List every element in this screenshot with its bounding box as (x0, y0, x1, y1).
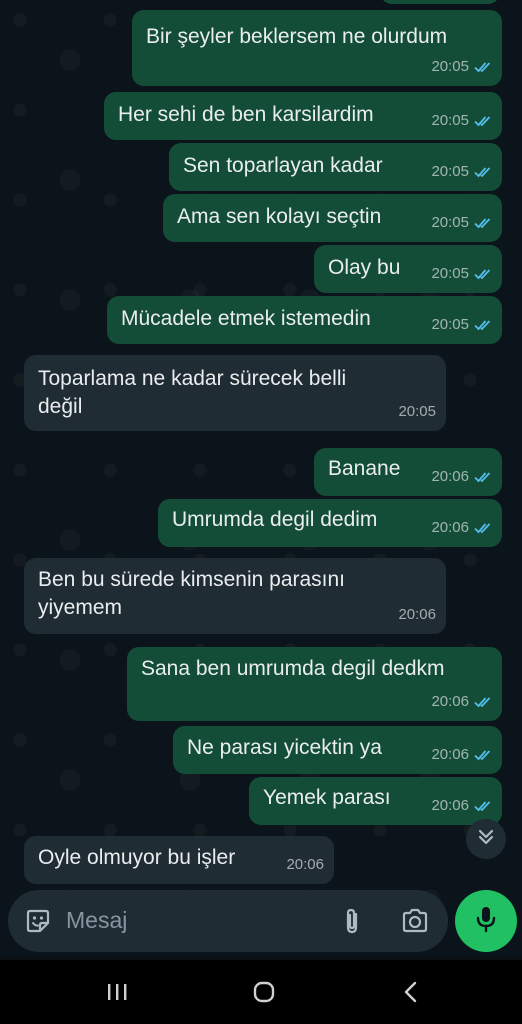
message-text: Mücadele etmek istemedin (121, 307, 371, 330)
double-check-icon (474, 166, 492, 178)
double-chevron-down-icon (476, 827, 496, 852)
double-check-icon (474, 471, 492, 483)
message-time: 20:06 (286, 856, 324, 873)
message-text: Sen toparlayan kadar (183, 154, 383, 177)
message-bubble-outgoing[interactable]: Bir şeyler beklersem ne olurdum 20:05 (132, 10, 502, 86)
message-bubble-incoming[interactable]: Toparlama ne kadar sürecek belli değil 2… (24, 355, 446, 431)
message-text: Ama sen kolayı seçtin (177, 205, 382, 228)
message-time: 20:06 (431, 468, 469, 485)
message-text: Her sehi de ben karsilardim (118, 103, 374, 126)
double-check-icon (474, 115, 492, 127)
microphone-icon (474, 904, 498, 939)
recent-apps-icon[interactable] (105, 981, 129, 1008)
message-time: 20:05 (431, 112, 469, 129)
double-check-icon (474, 749, 492, 761)
message-text: Olay bu (328, 256, 401, 279)
message-text-line-1: Toparlama ne kadar sürecek belli (38, 367, 347, 390)
message-bubble-outgoing[interactable]: Umrumda degil dedim 20:06 (158, 499, 502, 547)
microphone-button[interactable] (455, 890, 517, 952)
message-bubble-outgoing[interactable]: Banane 20:06 (314, 448, 502, 496)
double-check-icon (474, 800, 492, 812)
message-text-line-2: yiyemem (38, 596, 123, 619)
message-text: Umrumda degil dedim (172, 508, 378, 531)
message-bubble-outgoing[interactable]: Mücadele etmek istemedin 20:05 (107, 296, 502, 344)
message-text: Sana ben umrumda degil dedkm (141, 657, 445, 680)
message-time: 20:05 (431, 265, 469, 282)
message-bubble-outgoing[interactable]: Ama sen kolayı seçtin 20:05 (163, 194, 502, 242)
message-bubble-outgoing[interactable]: Olay bu 20:05 (314, 245, 502, 293)
message-bubble-incoming[interactable]: Ben bu sürede kimsenin parasını yiyemem … (24, 558, 446, 634)
message-text: Bir şeyler beklersem ne olurdum (146, 25, 448, 48)
message-text: Yemek parası (263, 786, 391, 809)
message-time: 20:06 (431, 797, 469, 814)
message-bubble-outgoing[interactable]: Sen toparlayan kadar 20:05 (169, 143, 502, 191)
message-time: 20:06 (431, 746, 469, 763)
message-bubble-outgoing[interactable]: Her sehi de ben karsilardim 20:05 (104, 92, 502, 140)
double-check-icon (474, 696, 492, 708)
message-text-line-1: Ben bu sürede kimsenin parasını (38, 568, 346, 591)
home-icon[interactable] (252, 980, 276, 1009)
message-time: 20:05 (398, 403, 436, 420)
message-time: 20:05 (431, 316, 469, 333)
message-time: 20:05 (431, 214, 469, 231)
message-input-placeholder[interactable]: Mesaj (66, 907, 127, 934)
message-bubble-incoming[interactable]: Oyle olmuyor bu işler 20:06 (24, 836, 334, 884)
message-time: 20:05 (431, 163, 469, 180)
message-time: 20:06 (431, 693, 469, 710)
double-check-icon (474, 217, 492, 229)
chat-area[interactable]: Bir şeyler beklersem ne olurdum 20:05 He… (0, 0, 522, 955)
double-check-icon (474, 61, 492, 73)
message-composer[interactable]: Mesaj (8, 890, 448, 952)
system-navigation-bar (0, 960, 522, 1024)
message-bubble-outgoing[interactable]: Ne parası yicektin ya 20:06 (173, 726, 502, 774)
message-text: Banane (328, 457, 401, 480)
message-time: 20:06 (431, 519, 469, 536)
double-check-icon (474, 319, 492, 331)
message-bubble-outgoing[interactable]: Sana ben umrumda degil dedkm 20:06 (127, 647, 502, 721)
double-check-icon (474, 268, 492, 280)
message-time: 20:06 (398, 606, 436, 623)
scroll-to-bottom-button[interactable] (466, 819, 506, 859)
message-text: Ne parası yicektin ya (187, 736, 382, 759)
double-check-icon (474, 522, 492, 534)
paperclip-icon[interactable] (340, 906, 364, 941)
back-icon[interactable] (400, 980, 422, 1009)
message-time: 20:05 (431, 58, 469, 75)
sticker-emoji-icon[interactable] (24, 907, 52, 940)
message-text-line-2: değil (38, 395, 83, 418)
message-bubble-outgoing[interactable]: Yemek parası 20:06 (249, 777, 502, 825)
message-text: Oyle olmuyor bu işler (38, 846, 236, 869)
message-bubble-cut-off (380, 0, 500, 4)
camera-icon[interactable] (400, 907, 430, 940)
